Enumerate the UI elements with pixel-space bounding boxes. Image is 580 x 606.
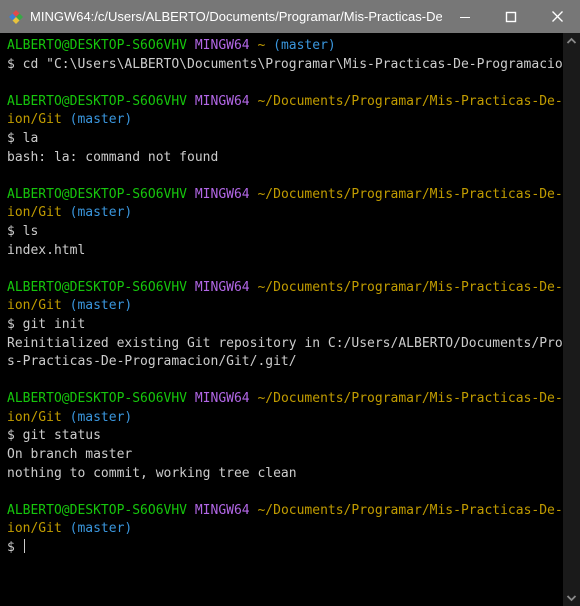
- terminal-segment: [7, 75, 15, 90]
- terminal-segment: MINGW64: [194, 391, 250, 407]
- terminal-segment: [187, 94, 195, 109]
- terminal-segment: nothing to commit, working tree clean: [7, 465, 297, 481]
- minimize-button[interactable]: [442, 0, 488, 33]
- terminal-line-output: Reinitialized existing Git repository in…: [7, 335, 563, 354]
- terminal-line-output: On branch master: [7, 446, 563, 465]
- scrollbar-track[interactable]: [563, 50, 580, 589]
- terminal-segment: ion/Git: [7, 205, 62, 221]
- terminal-line-cursorline: $: [7, 539, 563, 558]
- terminal-segment: $ ls: [7, 223, 39, 239]
- terminal-segment: [62, 410, 70, 425]
- terminal-line-prompt: ALBERTO@DESKTOP-S6O6VHV MINGW64 ~/Docume…: [7, 502, 563, 521]
- terminal-segment: ALBERTO@DESKTOP-S6O6VHV: [7, 391, 188, 407]
- terminal-line-command: $ ls: [7, 223, 563, 242]
- terminal-segment: s-Practicas-De-Programacion/Git/.git/: [7, 354, 297, 370]
- terminal-segment: [187, 38, 195, 53]
- terminal-segment: ALBERTO@DESKTOP-S6O6VHV: [7, 502, 188, 518]
- terminal-line-blank: [7, 167, 563, 186]
- terminal-segment: ~/Documents/Programar/Mis-Practicas-De-P…: [257, 391, 563, 407]
- terminal-segment: ion/Git: [7, 112, 62, 128]
- terminal-segment: (master): [69, 521, 133, 537]
- terminal-segment: [7, 373, 15, 388]
- terminal-line-output: nothing to commit, working tree clean: [7, 465, 563, 484]
- terminal-segment: [62, 112, 70, 127]
- terminal-line-blank: [7, 483, 563, 502]
- terminal-segment: $ git init: [7, 316, 86, 332]
- terminal-segment: ALBERTO@DESKTOP-S6O6VHV: [7, 38, 188, 53]
- terminal-segment: On branch master: [7, 447, 133, 463]
- terminal-segment: $ la: [7, 130, 39, 146]
- text-cursor: [23, 539, 25, 554]
- terminal-segment: (master): [69, 205, 133, 221]
- terminal-segment: [187, 391, 195, 406]
- terminal-line-blank: [7, 74, 563, 93]
- terminal-segment: ALBERTO@DESKTOP-S6O6VHV: [7, 186, 188, 202]
- terminal-line-command: $ la: [7, 130, 563, 149]
- terminal-segment: [187, 187, 195, 202]
- terminal-segment: $ cd "C:\Users\ALBERTO\Documents\Program…: [7, 56, 563, 72]
- terminal-segment: ALBERTO@DESKTOP-S6O6VHV: [7, 279, 188, 295]
- terminal-output[interactable]: ALBERTO@DESKTOP-S6O6VHV MINGW64 ~ (maste…: [3, 33, 563, 606]
- terminal-segment: $: [7, 540, 23, 556]
- terminal-line-output: bash: la: command not found: [7, 149, 563, 168]
- scroll-down-icon[interactable]: [563, 589, 580, 606]
- terminal-segment: bash: la: command not found: [7, 149, 219, 165]
- terminal-line-prompt: ALBERTO@DESKTOP-S6O6VHV MINGW64 ~/Docume…: [7, 279, 563, 298]
- terminal-line-prompt: ALBERTO@DESKTOP-S6O6VHV MINGW64 ~ (maste…: [7, 37, 563, 56]
- terminal-scrollbar[interactable]: [563, 33, 580, 606]
- terminal-segment: ion/Git: [7, 298, 62, 314]
- terminal-line-prompt: ion/Git (master): [7, 204, 563, 223]
- terminal-segment: ~/Documents/Programar/Mis-Practicas-De-P…: [257, 279, 563, 295]
- terminal-line-prompt: ALBERTO@DESKTOP-S6O6VHV MINGW64 ~/Docume…: [7, 186, 563, 205]
- terminal-segment: [265, 38, 273, 53]
- terminal-segment: (master): [273, 38, 336, 53]
- terminal-line-command: $ git init: [7, 316, 563, 335]
- terminal-segment: MINGW64: [194, 186, 250, 202]
- terminal-line-blank: [7, 260, 563, 279]
- terminal-line-prompt: ALBERTO@DESKTOP-S6O6VHV MINGW64 ~/Docume…: [7, 390, 563, 409]
- terminal-segment: ion/Git: [7, 409, 62, 425]
- close-button[interactable]: [534, 0, 580, 33]
- terminal-line-output: index.html: [7, 242, 563, 261]
- terminal-segment: [7, 484, 15, 499]
- mingw64-terminal-window: MINGW64:/c/Users/ALBERTO/Documents/Progr…: [0, 0, 580, 606]
- terminal-area: ALBERTO@DESKTOP-S6O6VHV MINGW64 ~ (maste…: [0, 33, 580, 606]
- terminal-segment: MINGW64: [194, 93, 250, 109]
- terminal-segment: ~/Documents/Programar/Mis-Practicas-De-P…: [257, 93, 563, 109]
- scroll-up-icon[interactable]: [563, 33, 580, 50]
- terminal-line-prompt: ion/Git (master): [7, 111, 563, 130]
- terminal-line-blank: [7, 372, 563, 391]
- terminal-segment: [62, 521, 70, 536]
- window-title: MINGW64:/c/Users/ALBERTO/Documents/Progr…: [30, 9, 442, 24]
- terminal-segment: [7, 168, 15, 183]
- terminal-segment: [187, 280, 195, 295]
- terminal-segment: MINGW64: [194, 279, 250, 295]
- terminal-segment: (master): [69, 112, 133, 128]
- terminal-segment: Reinitialized existing Git repository in…: [7, 335, 563, 351]
- terminal-segment: index.html: [7, 242, 86, 258]
- terminal-segment: (master): [69, 298, 133, 314]
- terminal-segment: ALBERTO@DESKTOP-S6O6VHV: [7, 93, 188, 109]
- terminal-line-prompt: ALBERTO@DESKTOP-S6O6VHV MINGW64 ~/Docume…: [7, 93, 563, 112]
- window-titlebar[interactable]: MINGW64:/c/Users/ALBERTO/Documents/Progr…: [0, 0, 580, 33]
- terminal-segment: (master): [69, 409, 133, 425]
- terminal-line-prompt: ion/Git (master): [7, 409, 563, 428]
- terminal-segment: [62, 205, 70, 220]
- terminal-segment: ~/Documents/Programar/Mis-Practicas-De-P…: [257, 502, 563, 518]
- terminal-segment: ~/Documents/Programar/Mis-Practicas-De-P…: [257, 186, 563, 202]
- terminal-segment: MINGW64: [194, 38, 250, 53]
- terminal-line-prompt: ion/Git (master): [7, 297, 563, 316]
- mingw-diamond-icon: [8, 9, 24, 25]
- terminal-line-command: $ git status: [7, 427, 563, 446]
- terminal-segment: [62, 298, 70, 313]
- maximize-button[interactable]: [488, 0, 534, 33]
- terminal-line-output: s-Practicas-De-Programacion/Git/.git/: [7, 353, 563, 372]
- terminal-segment: [7, 261, 15, 276]
- terminal-segment: ion/Git: [7, 521, 62, 537]
- terminal-segment: $ git status: [7, 428, 101, 444]
- terminal-line-prompt: ion/Git (master): [7, 520, 563, 539]
- terminal-segment: MINGW64: [194, 502, 250, 518]
- terminal-segment: [187, 503, 195, 518]
- terminal-line-command: $ cd "C:\Users\ALBERTO\Documents\Program…: [7, 56, 563, 75]
